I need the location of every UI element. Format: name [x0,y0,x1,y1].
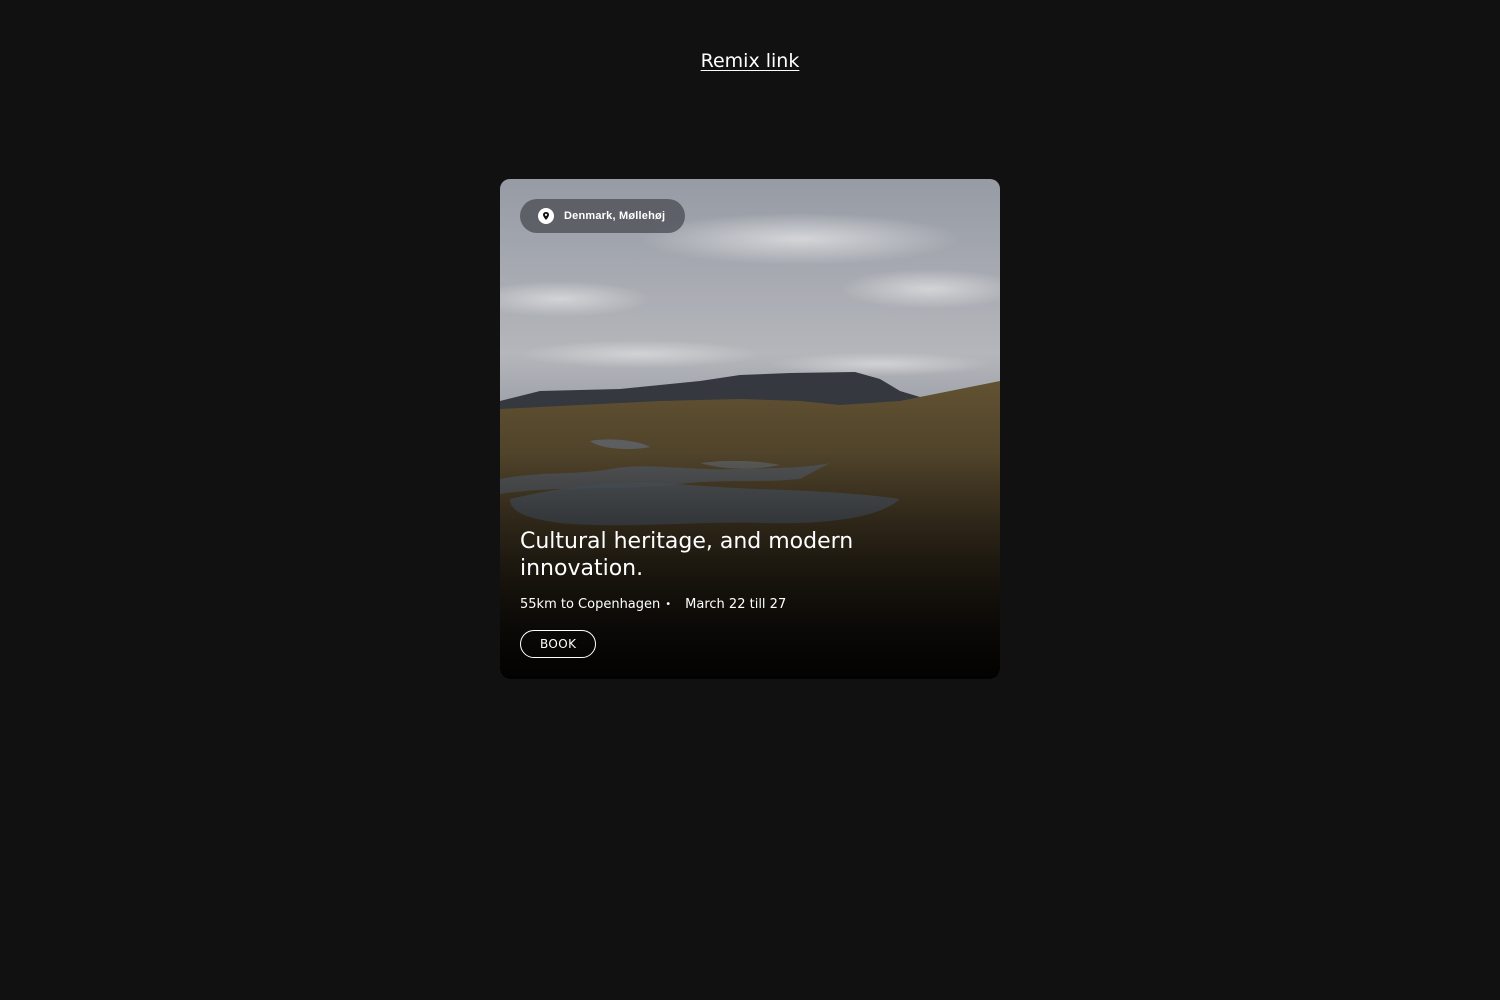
book-button[interactable]: BOOK [520,630,597,658]
location-pin-icon [538,208,554,224]
remix-link-container: Remix link [0,48,1500,74]
trip-meta: 55km to Copenhagen • March 22 till 27 [520,596,960,614]
card-title: Cultural heritage, and modern innovation… [520,529,854,581]
meta-separator: • [665,599,672,610]
location-label: Denmark, Møllehøj [564,210,666,222]
remix-link[interactable]: Remix link [701,50,800,72]
destination-card: Denmark, Møllehøj Cultural heritage, and… [500,179,1000,679]
distance-text: 55km to Copenhagen [520,597,661,612]
date-range-text: March 22 till 27 [685,597,787,612]
card-content: Cultural heritage, and modern innovation… [520,528,960,658]
location-badge: Denmark, Møllehøj [520,199,686,233]
